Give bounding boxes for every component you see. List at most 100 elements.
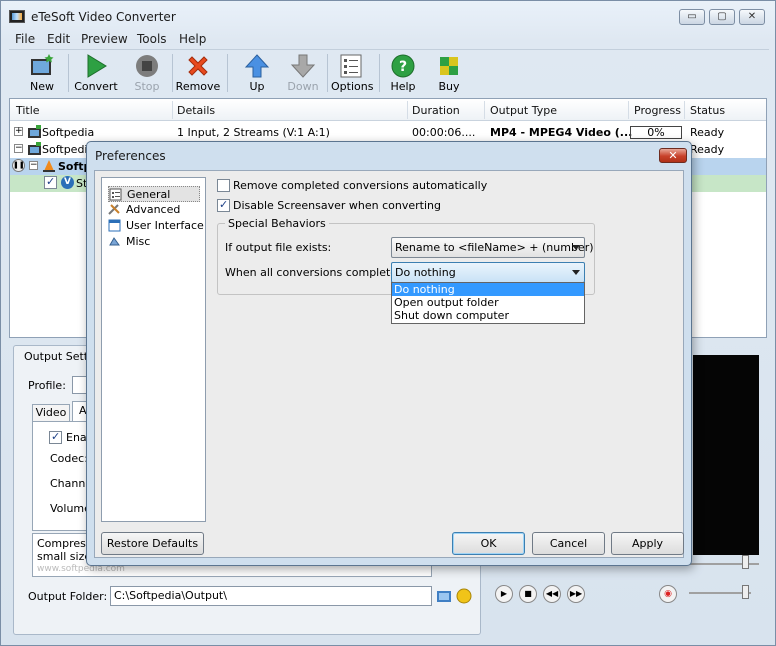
- table-row[interactable]: + Softpedia 1 Input, 2 Streams (V:1 A:1)…: [10, 124, 766, 141]
- if-exists-value: Rename to <fileName> + (number): [395, 241, 594, 254]
- disable-screensaver-label: Disable Screensaver when converting: [233, 199, 441, 212]
- preview-screen: [693, 355, 759, 555]
- convert-button[interactable]: Convert: [73, 50, 119, 96]
- stop-label: Stop: [134, 80, 160, 93]
- menu-edit[interactable]: Edit: [47, 32, 70, 46]
- stop-icon: [136, 55, 158, 77]
- help-label: Help: [390, 80, 416, 93]
- options-button[interactable]: Options: [331, 50, 374, 96]
- column-progress[interactable]: Progress: [634, 104, 681, 117]
- column-duration[interactable]: Duration: [412, 104, 460, 117]
- row-status: Ready: [690, 126, 725, 139]
- cancel-button[interactable]: Cancel: [532, 532, 605, 555]
- dropdown-option[interactable]: Do nothing: [392, 283, 584, 296]
- browse-folder-icon[interactable]: [436, 588, 452, 604]
- column-title[interactable]: Title: [16, 104, 40, 117]
- menu-file[interactable]: File: [15, 32, 35, 46]
- minimize-button[interactable]: ▭: [679, 9, 705, 25]
- when-completed-select[interactable]: Do nothing: [391, 262, 585, 283]
- arrow-down-icon: [290, 54, 316, 78]
- dropdown-option[interactable]: Shut down computer: [392, 309, 584, 322]
- options-label: Options: [331, 80, 374, 93]
- up-button[interactable]: Up: [237, 50, 277, 96]
- svg-text:?: ?: [399, 59, 407, 75]
- menu-preview[interactable]: Preview: [81, 32, 128, 46]
- volume-slider-thumb[interactable]: [742, 585, 749, 599]
- column-separator[interactable]: [172, 101, 173, 119]
- collapse-icon[interactable]: −: [14, 144, 23, 153]
- column-status[interactable]: Status: [690, 104, 725, 117]
- tab-video[interactable]: Video: [32, 404, 70, 422]
- expand-icon[interactable]: +: [14, 127, 23, 136]
- up-label: Up: [249, 80, 265, 93]
- remove-button[interactable]: Remove: [175, 50, 221, 96]
- close-button[interactable]: ✕: [739, 9, 765, 25]
- down-button[interactable]: Down: [283, 50, 323, 96]
- general-icon: [109, 188, 122, 201]
- list-header: Title Details Duration Output Type Progr…: [10, 99, 766, 121]
- when-completed-label: When all conversions completed:: [225, 266, 408, 279]
- collapse-icon[interactable]: −: [29, 161, 38, 170]
- help-button[interactable]: ? Help: [385, 50, 421, 96]
- category-tree[interactable]: General Advanced User Interface Misc: [101, 177, 206, 522]
- buy-label: Buy: [438, 80, 460, 93]
- if-exists-select[interactable]: Rename to <fileName> + (number): [391, 237, 594, 258]
- rewind-icon[interactable]: ◀◀: [543, 585, 561, 603]
- disable-screensaver-checkbox[interactable]: [217, 198, 230, 212]
- row-output-type: MP4 - MPEG4 Video (...: [490, 126, 633, 139]
- row-duration: 00:00:06....: [412, 126, 476, 139]
- stop-button[interactable]: Stop: [127, 50, 167, 96]
- restore-defaults-button[interactable]: Restore Defaults: [101, 532, 204, 555]
- column-output-type[interactable]: Output Type: [490, 104, 557, 117]
- apply-button[interactable]: Apply: [611, 532, 684, 555]
- tree-label: Misc: [126, 235, 151, 248]
- remove-icon: [188, 56, 208, 76]
- profile-label: Profile:: [28, 379, 66, 392]
- enable-checkbox[interactable]: [49, 430, 62, 444]
- output-folder-label: Output Folder:: [28, 590, 108, 603]
- column-separator[interactable]: [628, 101, 629, 119]
- app-title: eTeSoft Video Converter: [31, 10, 176, 24]
- stop-icon[interactable]: ■: [519, 585, 537, 603]
- down-label: Down: [287, 80, 319, 93]
- buy-button[interactable]: Buy: [431, 50, 467, 96]
- seek-slider-thumb[interactable]: [742, 555, 749, 569]
- tree-label: Advanced: [126, 203, 181, 216]
- misc-icon: [109, 237, 120, 246]
- menu-help[interactable]: Help: [179, 32, 206, 46]
- maximize-button[interactable]: ▢: [709, 9, 735, 25]
- play-icon: [87, 54, 107, 78]
- tree-item-general[interactable]: General: [108, 186, 200, 202]
- toolbar: New Convert Stop Remove Up Down Options …: [9, 49, 769, 95]
- fast-forward-icon[interactable]: ▶▶: [567, 585, 585, 603]
- output-folder-input[interactable]: C:\Softpedia\Output\: [110, 586, 432, 606]
- mute-icon[interactable]: ◉: [659, 585, 677, 603]
- new-button[interactable]: New: [23, 50, 61, 96]
- ok-button[interactable]: OK: [452, 532, 525, 555]
- stream-checkbox[interactable]: [44, 175, 57, 189]
- pause-icon[interactable]: ❚❚: [12, 159, 25, 172]
- dialog-close-button[interactable]: ✕: [659, 148, 687, 163]
- column-separator[interactable]: [407, 101, 408, 119]
- video-stream-icon: V: [61, 176, 74, 189]
- arrow-up-icon: [244, 54, 270, 78]
- dialog-title: Preferences: [95, 149, 166, 163]
- toolbar-separator: [172, 54, 173, 92]
- title-bar: eTeSoft Video Converter ▭ ▢ ✕: [1, 1, 776, 31]
- dropdown-option[interactable]: Open output folder: [392, 296, 584, 309]
- toolbar-separator: [227, 54, 228, 92]
- special-behaviors-title: Special Behaviors: [225, 217, 329, 230]
- new-label: New: [30, 80, 54, 93]
- dropdown-list[interactable]: Do nothing Open output folder Shut down …: [391, 282, 585, 324]
- chevron-down-icon: [572, 270, 580, 275]
- progress-bar: 0%: [630, 126, 682, 139]
- column-details[interactable]: Details: [177, 104, 215, 117]
- remove-completed-checkbox[interactable]: [217, 179, 230, 192]
- play-icon[interactable]: ▶: [495, 585, 513, 603]
- column-separator[interactable]: [484, 101, 485, 119]
- column-separator[interactable]: [684, 101, 685, 119]
- output-settings-title: Output Setti: [24, 350, 92, 363]
- open-folder-icon[interactable]: [456, 588, 472, 604]
- toolbar-separator: [327, 54, 328, 92]
- menu-tools[interactable]: Tools: [137, 32, 167, 46]
